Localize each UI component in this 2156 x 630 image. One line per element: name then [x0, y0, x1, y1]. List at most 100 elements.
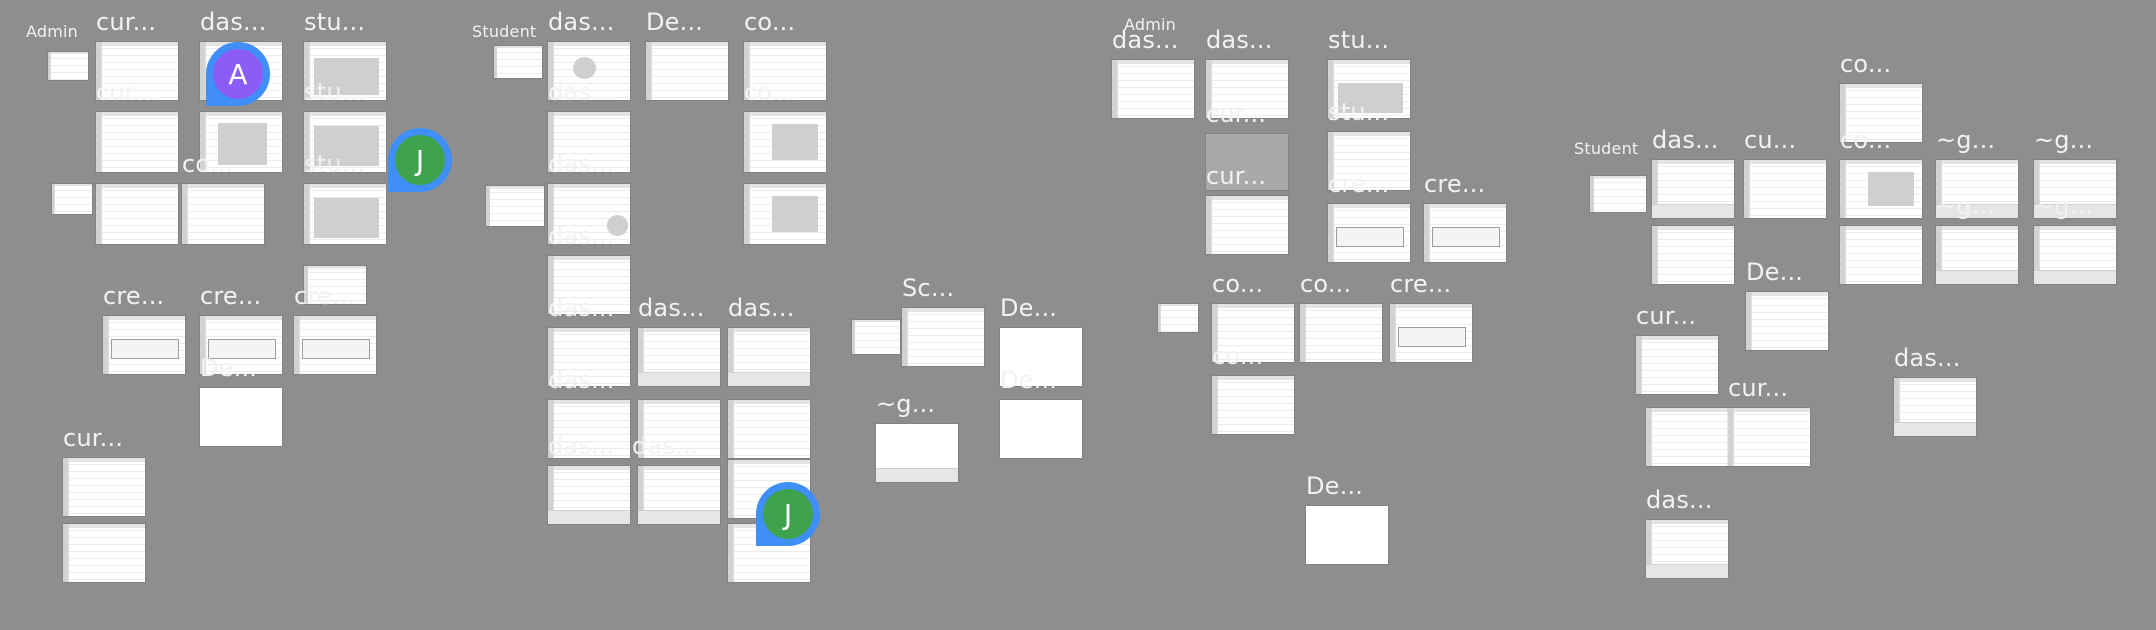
frame-thumbnail[interactable]: [96, 112, 178, 172]
frame-label[interactable]: ~g...: [1936, 192, 1995, 220]
frame-thumbnail[interactable]: [1000, 400, 1082, 458]
frame-thumbnail[interactable]: [1112, 60, 1194, 118]
frame-thumbnail[interactable]: [1590, 176, 1646, 212]
frame-thumbnail[interactable]: [96, 184, 178, 244]
frame-thumbnail[interactable]: [1390, 304, 1472, 362]
frame-thumbnail[interactable]: [646, 42, 728, 100]
frame-thumbnail[interactable]: [1936, 226, 2018, 284]
frame-label[interactable]: ~g...: [1936, 126, 1995, 154]
frame-thumbnail[interactable]: [1306, 506, 1388, 564]
frame-label[interactable]: co...: [1212, 342, 1263, 370]
frame-label[interactable]: cur...: [96, 8, 156, 36]
frame-thumbnail[interactable]: [103, 316, 185, 374]
frame-label[interactable]: cur...: [1728, 374, 1788, 402]
frame-label[interactable]: ~g...: [2034, 192, 2093, 220]
frame-thumbnail[interactable]: [494, 46, 542, 78]
frame-thumbnail[interactable]: [728, 328, 810, 386]
frame-label[interactable]: stu...: [304, 150, 365, 178]
frame-thumbnail[interactable]: [638, 466, 720, 524]
frame-thumbnail[interactable]: [1646, 408, 1728, 466]
frame-thumbnail[interactable]: [52, 184, 92, 214]
frame-label[interactable]: cre...: [1328, 170, 1389, 198]
frame-label[interactable]: De...: [1000, 366, 1057, 394]
frame-label[interactable]: Sc...: [902, 274, 954, 302]
frame-label[interactable]: das...: [1112, 26, 1179, 54]
section-label-student[interactable]: Student: [1574, 139, 1638, 159]
frame-label[interactable]: das...: [632, 432, 699, 460]
frame-label[interactable]: co...: [1300, 270, 1351, 298]
frame-label[interactable]: co...: [744, 78, 795, 106]
frame-thumbnail[interactable]: [200, 388, 282, 446]
frame-label[interactable]: das...: [548, 432, 615, 460]
frame-thumbnail[interactable]: [548, 466, 630, 524]
frame-label[interactable]: das...: [728, 294, 795, 322]
frame-thumbnail[interactable]: [486, 186, 544, 226]
design-canvas[interactable]: Admin Student Admin Student cur... das..…: [0, 0, 2156, 630]
frame-thumbnail[interactable]: [2034, 226, 2116, 284]
frame-label[interactable]: De...: [1306, 472, 1363, 500]
frame-label[interactable]: das...: [548, 366, 615, 394]
frame-thumbnail[interactable]: [1646, 520, 1728, 578]
frame-thumbnail[interactable]: [1424, 204, 1506, 262]
frame-label[interactable]: ~g...: [2034, 126, 2093, 154]
frame-thumbnail[interactable]: [63, 524, 145, 582]
frame-label[interactable]: das...: [1646, 486, 1713, 514]
frame-label[interactable]: das...: [1894, 344, 1961, 372]
frame-label[interactable]: co...: [182, 150, 233, 178]
frame-thumbnail[interactable]: [1328, 204, 1410, 262]
frame-thumbnail[interactable]: [182, 184, 264, 244]
frame-label[interactable]: cre...: [1424, 170, 1485, 198]
frame-thumbnail[interactable]: [294, 316, 376, 374]
section-label-admin[interactable]: Admin: [26, 22, 78, 42]
frame-thumbnail[interactable]: [1840, 160, 1922, 218]
frame-label[interactable]: De...: [200, 354, 257, 382]
frame-thumbnail[interactable]: [1212, 376, 1294, 434]
frame-label[interactable]: das...: [1206, 26, 1273, 54]
frame-thumbnail[interactable]: [1728, 408, 1810, 466]
frame-label[interactable]: das...: [548, 150, 615, 178]
frame-thumbnail[interactable]: [48, 52, 88, 80]
frame-label[interactable]: De...: [646, 8, 703, 36]
frame-label[interactable]: das...: [638, 294, 705, 322]
frame-label[interactable]: cur...: [63, 424, 123, 452]
frame-thumbnail[interactable]: [876, 424, 958, 482]
frame-thumbnail[interactable]: [638, 328, 720, 386]
frame-thumbnail[interactable]: [1652, 226, 1734, 284]
frame-thumbnail[interactable]: [1206, 196, 1288, 254]
frame-label[interactable]: das...: [548, 78, 615, 106]
frame-label[interactable]: stu...: [304, 78, 365, 106]
frame-thumbnail[interactable]: [1636, 336, 1718, 394]
frame-thumbnail[interactable]: [744, 112, 826, 172]
frame-thumbnail[interactable]: [852, 320, 900, 354]
frame-label[interactable]: co...: [1840, 126, 1891, 154]
frame-label[interactable]: cur...: [1206, 162, 1266, 190]
frame-thumbnail[interactable]: [1158, 304, 1198, 332]
frame-thumbnail[interactable]: [304, 184, 386, 244]
frame-label[interactable]: cre...: [200, 282, 261, 310]
frame-thumbnail[interactable]: [1300, 304, 1382, 362]
frame-label[interactable]: stu...: [1328, 98, 1389, 126]
frame-label[interactable]: cre...: [294, 282, 355, 310]
frame-thumbnail[interactable]: [1840, 226, 1922, 284]
frame-thumbnail[interactable]: [1746, 292, 1828, 350]
frame-label[interactable]: das...: [548, 8, 615, 36]
frame-label[interactable]: De...: [1000, 294, 1057, 322]
frame-label[interactable]: das...: [548, 294, 615, 322]
frame-label[interactable]: cur...: [1206, 100, 1266, 128]
section-label-student[interactable]: Student: [472, 22, 536, 42]
frame-label[interactable]: das...: [1652, 126, 1719, 154]
frame-thumbnail[interactable]: [728, 400, 810, 458]
frame-label[interactable]: ~g...: [876, 390, 935, 418]
frame-label[interactable]: cur...: [1636, 302, 1696, 330]
frame-thumbnail[interactable]: [902, 308, 984, 366]
frame-label[interactable]: cu...: [1744, 126, 1796, 154]
frame-label[interactable]: co...: [744, 8, 795, 36]
frame-label[interactable]: das...: [548, 222, 615, 250]
frame-label[interactable]: stu...: [1328, 26, 1389, 54]
frame-thumbnail[interactable]: [1744, 160, 1826, 218]
frame-label[interactable]: das...: [200, 8, 267, 36]
frame-label[interactable]: cre...: [1390, 270, 1451, 298]
frame-thumbnail[interactable]: [1652, 160, 1734, 218]
frame-label[interactable]: stu...: [304, 8, 365, 36]
frame-label[interactable]: cur...: [96, 78, 156, 106]
